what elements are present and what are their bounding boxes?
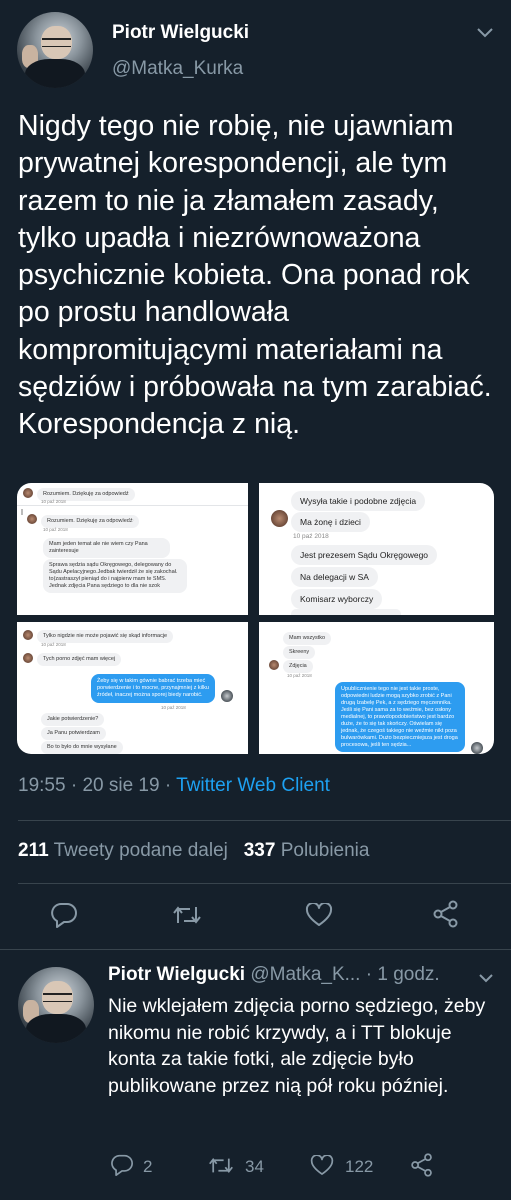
share-icon[interactable] <box>432 900 460 933</box>
reply-replies-count: 2 <box>143 1157 153 1176</box>
retweets-label[interactable]: Tweety podane dalej <box>54 840 228 861</box>
timestamp: 10 paź 2018 <box>43 527 68 532</box>
chevron-down-icon[interactable] <box>476 22 494 45</box>
message: Tych porno zdjęć mam więcej <box>37 653 122 666</box>
reply-text: Nie wklejałem zdjęcia porno sędziego, że… <box>108 995 486 1097</box>
reply-time: · 1 godz. <box>365 964 440 985</box>
message: Jakie potwierdzenie? <box>41 713 105 726</box>
message: Mam wszystko <box>283 632 332 645</box>
divider <box>18 883 511 884</box>
reply-icon[interactable] <box>110 1154 134 1181</box>
timestamp: 10 paź 2018 <box>41 642 66 647</box>
tweet-meta: 19:55 · 20 sie 19 · Twitter Web Client <box>18 775 330 796</box>
media-image-1[interactable]: Rozumiem. Dziękuję za odpowiedź 10 paź 2… <box>17 483 248 615</box>
retweet-icon[interactable] <box>172 903 202 932</box>
media-image-2[interactable]: Wysyła takie i podobne zdjęcia Ma żonę i… <box>259 483 494 615</box>
tweet-stats: 211 Tweety podane dalej 337 Polubienia <box>18 840 369 862</box>
like-icon[interactable] <box>310 1154 334 1181</box>
like-icon[interactable] <box>305 901 333 932</box>
timestamp: 10 paź 2018 <box>41 499 66 504</box>
message: Bo to było do mnie wysyłane <box>41 741 123 754</box>
divider <box>0 949 511 950</box>
author-name[interactable]: Piotr Wielgucki <box>112 22 249 44</box>
message: Zdjęcia <box>283 660 313 673</box>
reply-icon[interactable] <box>50 902 78 933</box>
reply-retweets-count: 34 <box>245 1157 264 1176</box>
message: Upublicznienie tego nie jest takie prost… <box>335 682 465 752</box>
timestamp: 10 paź 2018 <box>161 705 186 710</box>
reply-author-handle[interactable]: @Matka_K... <box>250 964 360 985</box>
author-avatar[interactable] <box>17 12 93 88</box>
message: Ja Panu potwierdzam <box>41 727 106 740</box>
retweets-count[interactable]: 211 <box>18 840 49 861</box>
tweet-text: Nigdy tego nie robię, nie ujawniam prywa… <box>18 110 492 441</box>
share-icon[interactable] <box>410 1153 434 1182</box>
author-handle[interactable]: @Matka_Kurka <box>112 58 243 80</box>
message: Ma żonę i dzieci <box>291 512 370 532</box>
reply-likes-count: 122 <box>345 1157 374 1176</box>
tweet-date: 20 sie 19 <box>82 775 160 796</box>
divider <box>18 820 511 821</box>
reply-author-avatar[interactable] <box>18 967 94 1043</box>
likes-label[interactable]: Polubienia <box>281 840 370 861</box>
message: Mam jeden temat ale nie wiem czy Pana za… <box>43 538 170 558</box>
media-image-3[interactable]: Tylko nigdzie nie może pojawić się skąd … <box>17 622 248 754</box>
timestamp: 10 paź 2018 <box>293 533 329 540</box>
chevron-down-icon[interactable] <box>478 970 494 988</box>
message: Żeby się w takim gównie babrać trzeba mi… <box>91 674 215 703</box>
media-image-4[interactable]: Mam wszystko Skreeny Zdjęcia 10 paź 2018… <box>259 622 494 754</box>
reply-header: Piotr Wielgucki @Matka_K... · 1 godz. <box>108 964 440 986</box>
timestamp: 10 paź 2018 <box>287 673 312 678</box>
message: Wysyła takie i podobne zdjęcia <box>291 491 426 511</box>
message: Na delegacji w SA <box>291 567 378 587</box>
message: Sprawa sędzia sądu Okręgowego, delegowan… <box>43 559 187 593</box>
tweet-client-link[interactable]: Twitter Web Client <box>176 775 330 796</box>
tweet-time: 19:55 <box>18 775 66 796</box>
message: Skreeny <box>283 646 316 659</box>
message: Jest prezesem Sądu Okręgowego <box>291 545 438 565</box>
retweet-icon[interactable] <box>208 1155 234 1181</box>
reply-author-name[interactable]: Piotr Wielgucki <box>108 964 245 985</box>
likes-count[interactable]: 337 <box>244 840 276 861</box>
message: Komisarz wyborczy <box>291 589 383 609</box>
